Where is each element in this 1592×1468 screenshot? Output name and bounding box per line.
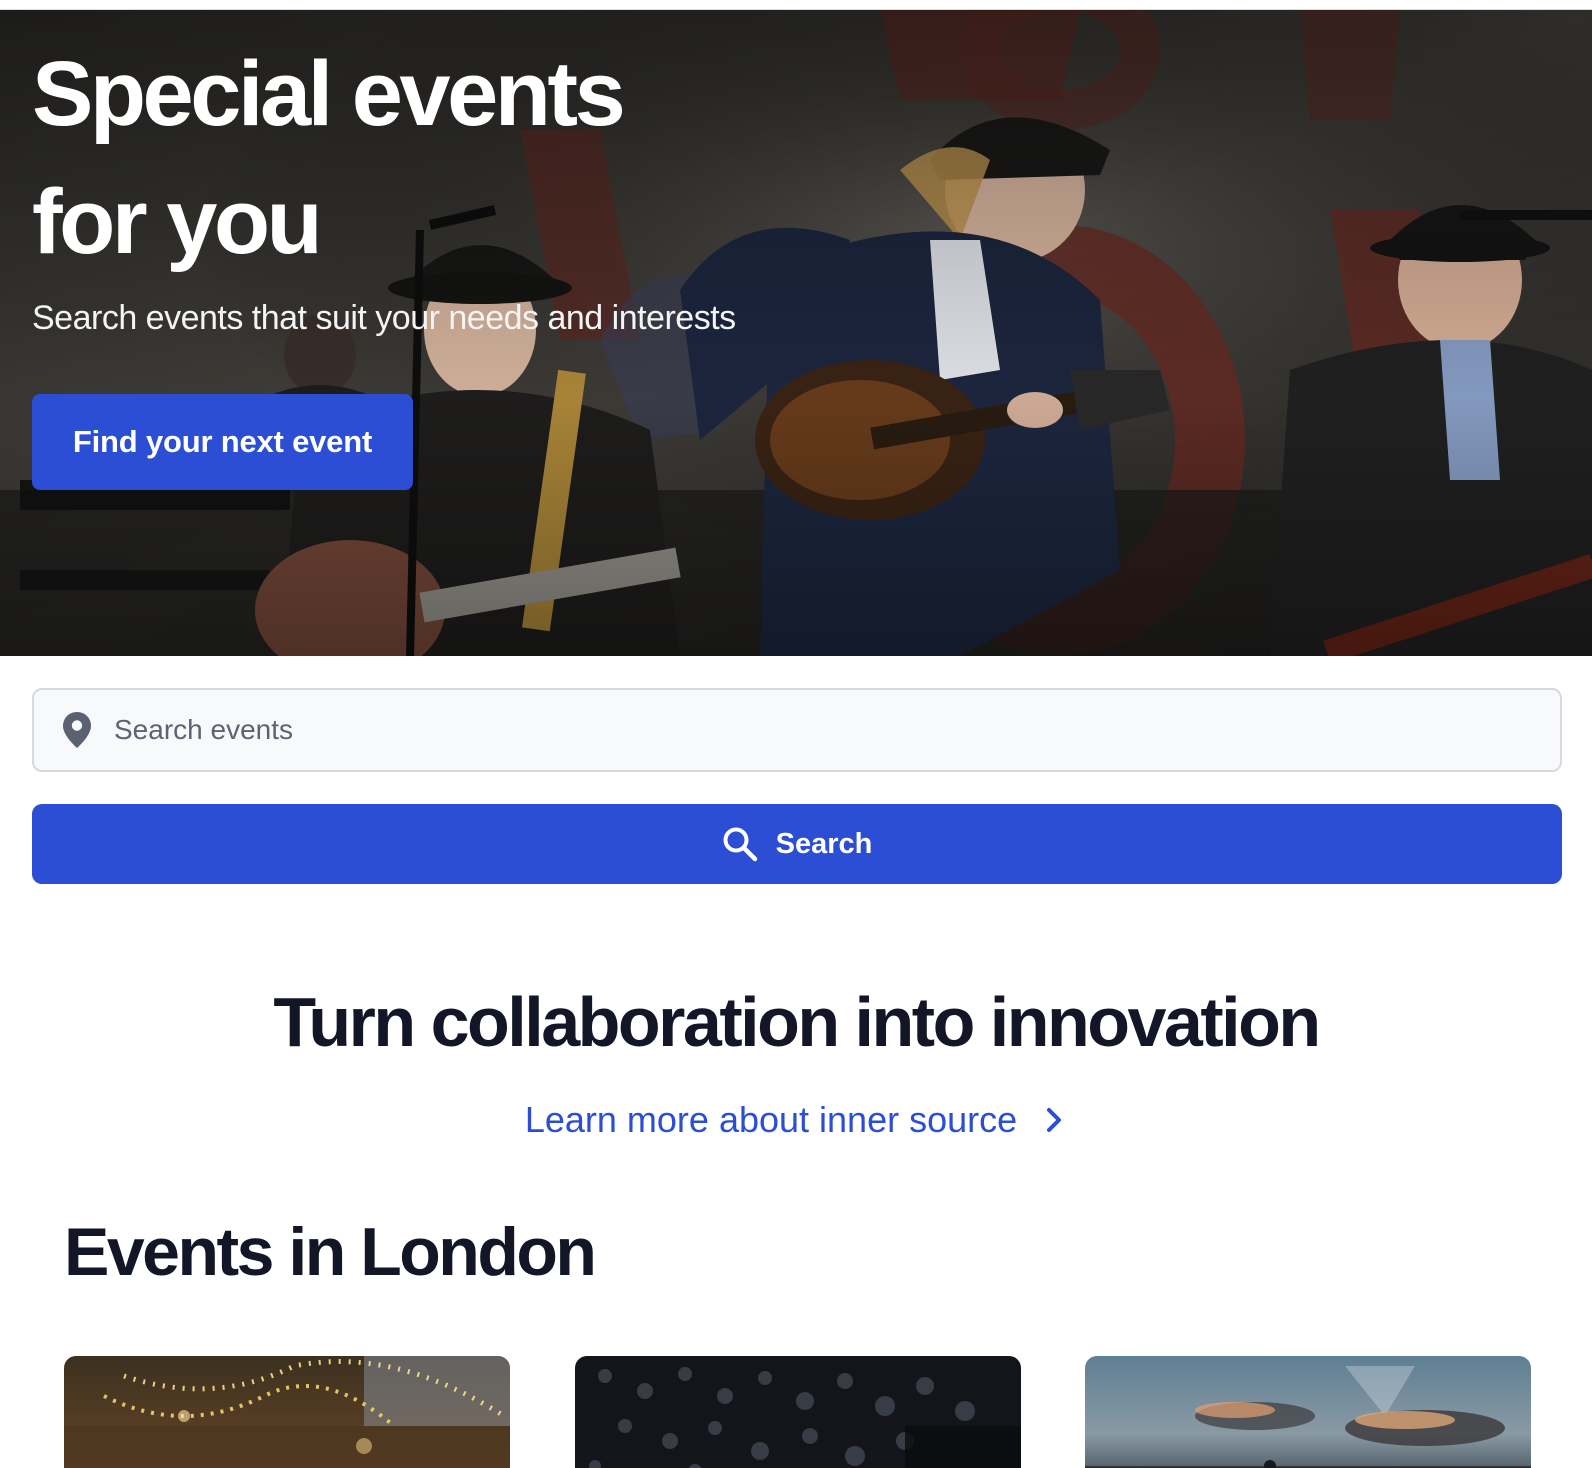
- event-card-3[interactable]: [1085, 1356, 1531, 1468]
- chevron-right-icon: [1041, 1105, 1067, 1135]
- hero-title-line-2: for you: [32, 171, 323, 273]
- sunset-sky-photo: [1085, 1356, 1531, 1468]
- event-card-1[interactable]: [64, 1356, 510, 1468]
- hero-title: Special events for you: [32, 30, 792, 286]
- string-lights-photo: [64, 1356, 510, 1468]
- page: Special events for you Search events tha…: [0, 0, 1592, 1468]
- window-top-border: [0, 0, 1592, 10]
- events-section-title: Events in London: [64, 1214, 597, 1290]
- promo-link-label: Learn more about inner source: [524, 1099, 1018, 1140]
- search-icon: [722, 826, 758, 862]
- search-button-label: Search: [775, 827, 873, 860]
- map-pin-icon: [60, 710, 94, 750]
- learn-more-inner-source-link[interactable]: Learn more about inner source: [0, 1096, 1592, 1144]
- hero-banner: Special events for you Search events tha…: [0, 10, 1592, 656]
- event-card-2[interactable]: [575, 1356, 1021, 1468]
- promo-title: Turn collaboration into innovation: [273, 983, 1321, 1061]
- dark-bokeh-photo: [575, 1356, 1021, 1468]
- search-field[interactable]: [32, 688, 1562, 772]
- search-panel: Search: [0, 656, 1592, 916]
- find-next-event-button[interactable]: Find your next event: [32, 394, 413, 490]
- search-events-input[interactable]: [114, 700, 1560, 760]
- hero-title-line-1: Special events: [32, 43, 626, 145]
- hero-subtitle: Search events that suit your needs and i…: [32, 299, 736, 337]
- search-button[interactable]: Search: [32, 804, 1562, 884]
